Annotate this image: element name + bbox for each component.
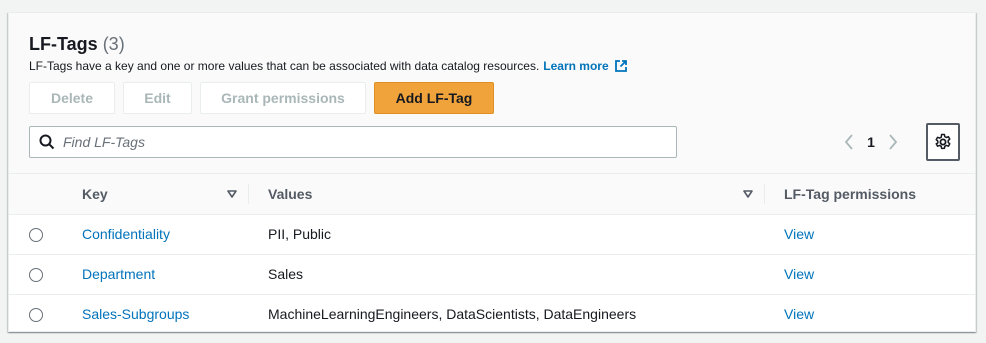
row-select-cell	[9, 214, 63, 255]
search-field[interactable]	[29, 126, 677, 158]
panel-description: LF-Tags have a key and one or more value…	[29, 59, 628, 73]
row-radio[interactable]	[29, 268, 43, 283]
values-text: MachineLearningEngineers, DataScientists…	[268, 306, 637, 323]
chevron-left-icon	[844, 134, 853, 150]
view-permissions-link[interactable]: View	[784, 306, 814, 322]
add-lf-tag-button[interactable]: Add LF-Tag	[374, 82, 494, 114]
table-row: Department Sales View	[9, 254, 975, 295]
permissions-cell: View	[765, 254, 975, 295]
values-text: PII, Public	[268, 226, 332, 242]
sort-down-icon	[227, 189, 237, 198]
row-radio[interactable]	[29, 308, 43, 323]
current-page[interactable]: 1	[859, 134, 883, 150]
chevron-right-icon	[889, 134, 898, 150]
values-cell: PII, Public	[249, 214, 765, 255]
pagination: 1	[839, 131, 903, 153]
panel-header: LF-Tags (3) LF-Tags have a key and one o…	[9, 13, 975, 174]
next-page-button[interactable]	[883, 131, 903, 153]
previous-page-button[interactable]	[839, 131, 859, 153]
learn-more-link[interactable]: Learn more	[543, 59, 627, 73]
gear-icon	[935, 133, 951, 150]
permissions-cell: View	[765, 294, 975, 334]
column-header-permissions-label: LF-Tag permissions	[784, 185, 916, 202]
lf-tags-panel: LF-Tags (3) LF-Tags have a key and one o…	[8, 12, 976, 332]
grant-permissions-button[interactable]: Grant permissions	[200, 82, 366, 114]
row-select-cell	[9, 254, 63, 295]
column-header-values-label: Values	[268, 185, 313, 202]
edit-button[interactable]: Edit	[123, 82, 192, 114]
values-text: Sales	[268, 266, 304, 282]
external-link-icon	[614, 60, 627, 72]
key-cell: Sales-Subgroups	[63, 294, 249, 334]
delete-button[interactable]: Delete	[29, 82, 115, 114]
row-select-cell	[9, 294, 63, 334]
values-cell: MachineLearningEngineers, DataScientists…	[249, 294, 765, 334]
preferences-button[interactable]	[926, 123, 960, 161]
table-row: Confidentiality PII, Public View	[9, 214, 975, 255]
search-icon	[39, 134, 55, 150]
page-title: LF-Tags (3)	[29, 34, 125, 55]
view-permissions-link[interactable]: View	[784, 226, 814, 242]
column-header-key-label: Key	[82, 185, 108, 202]
view-permissions-link[interactable]: View	[784, 266, 814, 282]
search-input[interactable]	[63, 134, 643, 150]
column-header-values[interactable]: Values	[249, 174, 765, 215]
sort-down-icon	[743, 189, 753, 198]
table-header-row: Key Values LF-Tag permissions	[9, 174, 975, 215]
lf-tags-table: Key Values LF-Tag permissions Confidenti…	[9, 174, 975, 334]
learn-more-label: Learn more	[543, 59, 609, 73]
description-text: LF-Tags have a key and one or more value…	[29, 59, 540, 73]
key-link[interactable]: Department	[82, 266, 155, 282]
permissions-cell: View	[765, 214, 975, 255]
column-header-key[interactable]: Key	[63, 174, 249, 215]
title-count: (3)	[102, 34, 125, 54]
table-row: Sales-Subgroups MachineLearningEngineers…	[9, 294, 975, 334]
key-link[interactable]: Sales-Subgroups	[82, 306, 189, 322]
select-column-header	[9, 174, 63, 215]
title-text: LF-Tags	[29, 34, 98, 54]
key-link[interactable]: Confidentiality	[82, 226, 170, 242]
values-cell: Sales	[249, 254, 765, 295]
key-cell: Confidentiality	[63, 214, 249, 255]
key-cell: Department	[63, 254, 249, 295]
column-header-permissions: LF-Tag permissions	[765, 174, 975, 215]
row-radio[interactable]	[29, 228, 43, 243]
